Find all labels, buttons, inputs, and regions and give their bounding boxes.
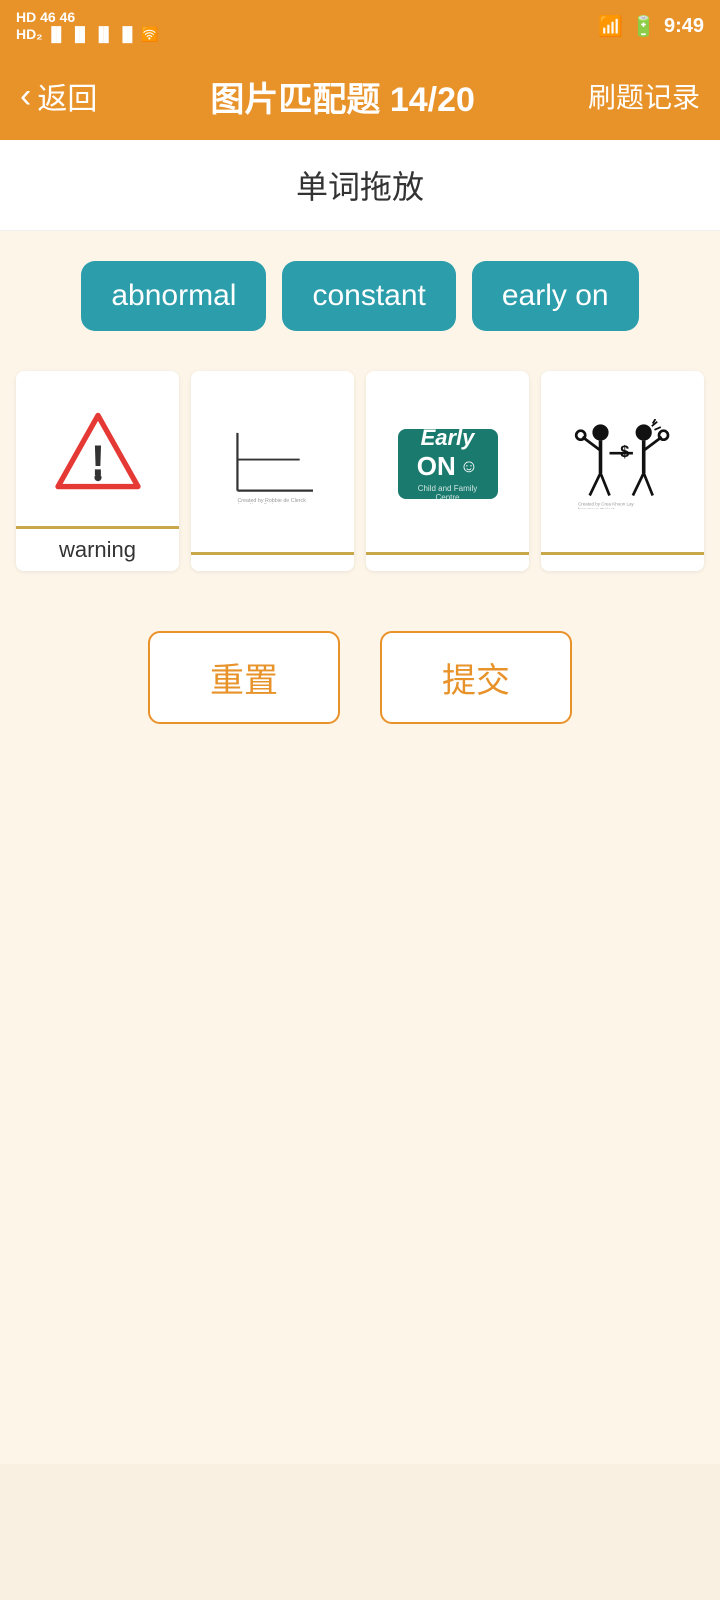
bottom-area: [0, 764, 720, 1464]
card-early-on-image: Early ON ☺ Child and Family Centre: [366, 371, 529, 552]
reset-button[interactable]: 重置: [148, 631, 340, 724]
nav-bar: ‹ 返回 图片匹配题 14/20 刷题记录: [0, 52, 720, 140]
word-chip-early-on[interactable]: early on: [472, 261, 639, 331]
word-chip-constant[interactable]: constant: [282, 261, 455, 331]
card-people-label: [541, 552, 704, 571]
card-people-image: $ Created by Crea Khoon Lay from Noun Pr…: [541, 371, 704, 552]
back-button[interactable]: ‹ 返回: [20, 74, 97, 118]
submit-button[interactable]: 提交: [380, 631, 572, 724]
buttons-area: 重置 提交: [0, 601, 720, 764]
signal-icon: 📶: [598, 14, 623, 39]
svg-text:from Noun Project: from Noun Project: [578, 506, 615, 508]
word-chip-abnormal[interactable]: abnormal: [81, 261, 266, 331]
people-icon: $ Created by Crea Khoon Lay from Noun Pr…: [573, 419, 673, 509]
card-warning-image: !: [16, 371, 179, 526]
card-graph[interactable]: Created by Robbie de Clerck from Noun Pr…: [191, 371, 354, 571]
card-early-on[interactable]: Early ON ☺ Child and Family Centre: [366, 371, 529, 571]
card-early-on-label: [366, 552, 529, 571]
cards-area: ! warning Created by Robbie de Clerck fr…: [0, 361, 720, 601]
graph-icon: Created by Robbie de Clerck from Noun Pr…: [223, 424, 323, 504]
page-title: 图片匹配题 14/20: [210, 72, 475, 121]
time-display: 9:49: [664, 15, 704, 38]
early-on-logo: Early ON ☺ Child and Family Centre: [398, 429, 498, 499]
word-chips-area: abnormal constant early on: [0, 231, 720, 361]
svg-text:$: $: [620, 442, 629, 460]
svg-text:Created by Crea Khoon Lay: Created by Crea Khoon Lay: [578, 501, 635, 506]
battery-icon: 🔋: [631, 14, 656, 39]
back-label: 返回: [37, 74, 97, 118]
network-info: HD 46 46 HD₂ ▐▌ ▐▌ ▐▌ ▐▌ 🛜: [16, 9, 159, 43]
card-warning[interactable]: ! warning: [16, 371, 179, 571]
on-text: ON: [417, 451, 456, 482]
status-right: 📶 🔋 9:49: [598, 14, 704, 39]
card-graph-label: [191, 552, 354, 571]
back-arrow-icon: ‹: [20, 77, 31, 116]
early-text: Early: [421, 425, 475, 451]
network-top: HD 46 46: [16, 9, 159, 26]
status-bar: HD 46 46 HD₂ ▐▌ ▐▌ ▐▌ ▐▌ 🛜 📶 🔋 9:49: [0, 0, 720, 52]
card-warning-label: warning: [16, 526, 179, 571]
early-on-subtitle: Child and Family Centre: [408, 484, 488, 502]
network-bottom: HD₂ ▐▌ ▐▌ ▐▌ ▐▌ 🛜: [16, 26, 159, 43]
card-graph-image: Created by Robbie de Clerck from Noun Pr…: [191, 371, 354, 552]
smiley-icon: ☺: [460, 456, 478, 477]
history-button[interactable]: 刷题记录: [588, 76, 700, 116]
warning-triangle-icon: !: [53, 411, 143, 491]
card-people[interactable]: $ Created by Crea Khoon Lay from Noun Pr…: [541, 371, 704, 571]
section-title: 单词拖放: [0, 140, 720, 231]
